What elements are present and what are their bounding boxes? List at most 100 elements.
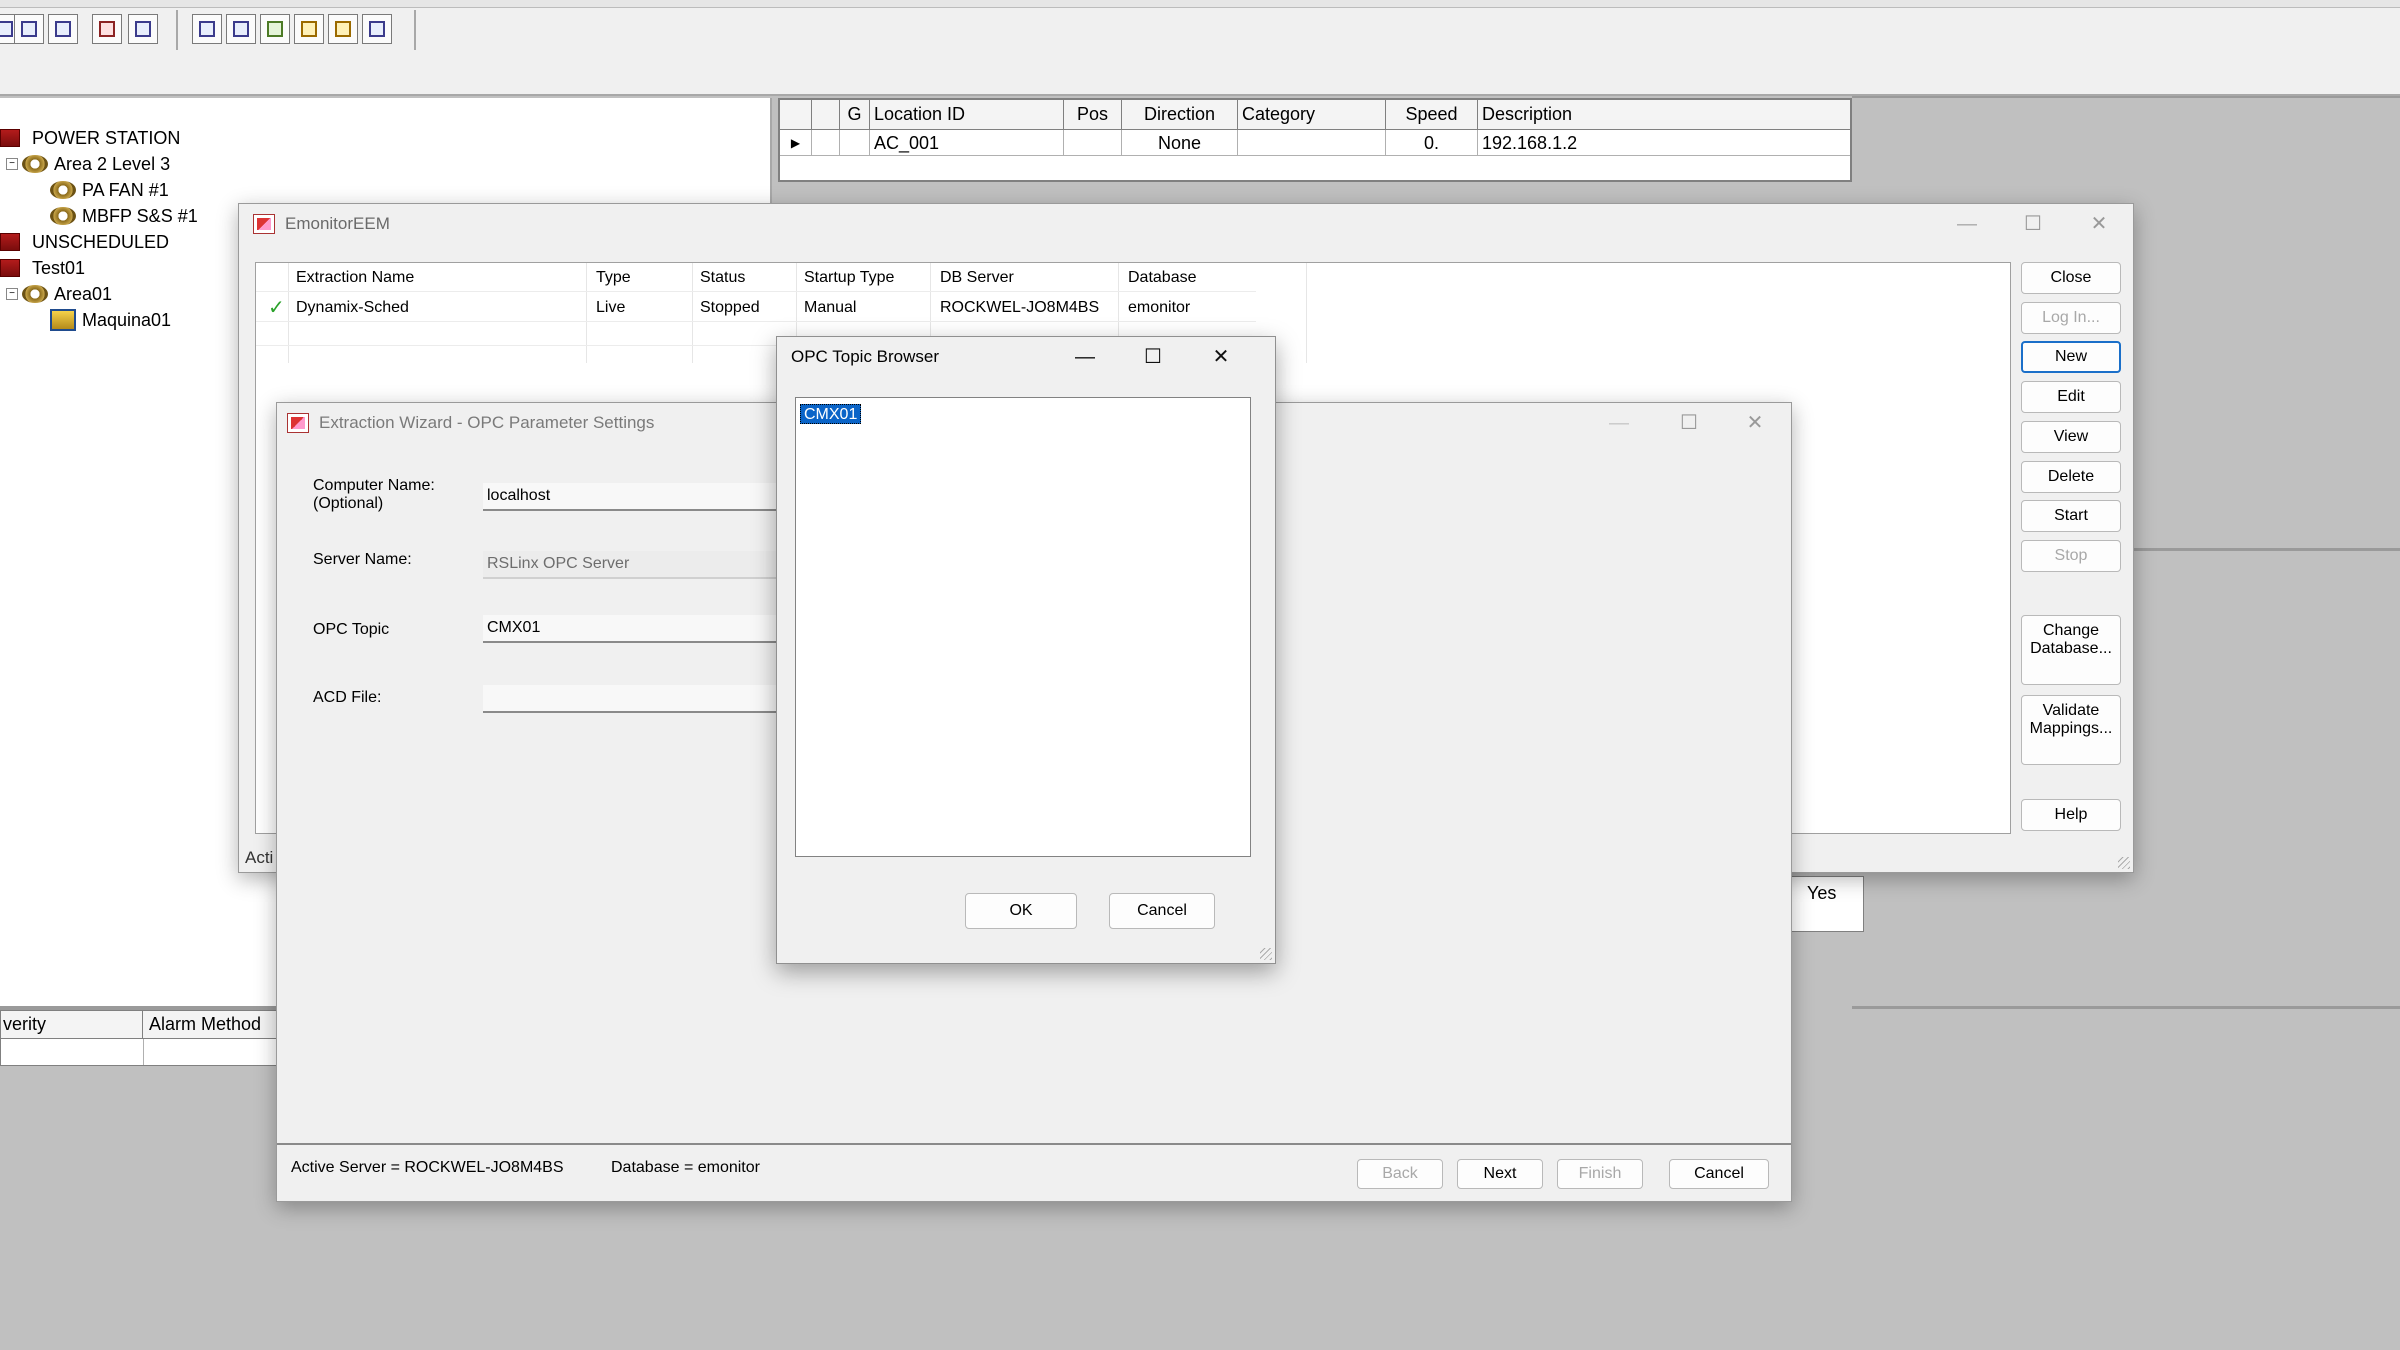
equipment-icon [50,309,76,331]
tree-item-area-2-level-3[interactable]: − Area 2 Level 3 [6,152,170,176]
toolbar-button-page[interactable] [14,14,44,44]
toolbar-button-refresh[interactable] [92,14,122,44]
column-header-extraction-name[interactable]: Extraction Name [296,269,414,287]
grid-cell[interactable] [812,130,840,156]
collapse-icon[interactable]: − [6,158,18,170]
grid-cell-description[interactable]: 192.168.1.2 [1478,130,1850,156]
grid-header-direction[interactable]: Direction [1122,100,1238,130]
grid-header-speed[interactable]: Speed [1386,100,1478,130]
main-toolbar [0,0,2400,96]
minimize-icon[interactable]: — [1063,343,1107,371]
topic-list-item[interactable]: CMX01 [800,404,862,424]
log-in-button[interactable]: Log In... [2021,302,2121,334]
server-name-field[interactable]: RSLinx OPC Server [483,551,783,579]
toolbar-button-database[interactable] [260,14,290,44]
computer-name-input[interactable]: localhost [483,483,783,511]
cancel-button[interactable]: Cancel [1109,893,1215,929]
new-button[interactable]: New [2021,341,2121,373]
close-button[interactable]: Close [2021,262,2121,294]
grid-cell-pos[interactable] [1064,130,1122,156]
maximize-icon[interactable]: ☐ [2011,210,2055,238]
grid-cell-location-id[interactable]: AC_001 [870,130,1064,156]
status-cell[interactable]: Stopped [700,299,760,317]
window-title: EmonitorEEM [285,214,390,233]
grid-header-g[interactable]: G [840,100,870,130]
active-server-status: Active Server = ROCKWEL-JO8M4BS [291,1159,564,1176]
minimize-icon[interactable]: — [1597,409,1641,437]
collapse-icon[interactable]: − [6,288,18,300]
view-button[interactable]: View [2021,421,2121,453]
toolbar-button-route[interactable] [294,14,324,44]
back-button[interactable]: Back [1357,1159,1443,1189]
maximize-icon[interactable]: ☐ [1667,409,1711,437]
column-header-type[interactable]: Type [596,269,631,287]
help-button[interactable]: Help [2021,799,2121,831]
emonitor-titlebar[interactable]: EmonitorEEM — ☐ ✕ [239,204,2133,244]
tree-item-power-station[interactable]: POWER STATION [0,126,180,150]
tree-item-mbfp[interactable]: MBFP S&S #1 [50,204,198,228]
next-button[interactable]: Next [1457,1159,1543,1189]
panel-divider [1852,1006,2400,1009]
topic-list[interactable]: CMX01 [795,397,1251,857]
cancel-button[interactable]: Cancel [1669,1159,1769,1189]
type-cell[interactable]: Live [596,299,625,317]
close-icon[interactable]: ✕ [1733,409,1777,437]
tree-item-label: Maquina01 [82,309,172,330]
extraction-name-cell[interactable]: Dynamix-Sched [296,299,409,317]
column-header-startup-type[interactable]: Startup Type [804,269,894,287]
toolbar-button-export[interactable] [328,14,358,44]
stop-button[interactable]: Stop [2021,540,2121,572]
grid-header-blank [812,100,840,130]
toolbar-button-copy[interactable] [192,14,222,44]
grid-header-pos[interactable]: Pos [1064,100,1122,130]
alarm-grid: verity Alarm Method [0,1010,281,1066]
maximize-icon[interactable]: ☐ [1131,343,1175,371]
close-icon[interactable]: ✕ [2077,210,2121,238]
toolbar-button-tag[interactable] [128,14,158,44]
acd-file-input[interactable] [483,685,783,713]
column-header-database[interactable]: Database [1128,269,1197,287]
edit-button[interactable]: Edit [2021,381,2121,413]
close-icon[interactable]: ✕ [1199,343,1243,371]
change-database-button[interactable]: Change Database... [2021,615,2121,685]
resize-grip[interactable] [2118,857,2130,869]
tree-item-pa-fan-1[interactable]: PA FAN #1 [50,178,169,202]
finish-button[interactable]: Finish [1557,1159,1643,1189]
tree-item-unscheduled[interactable]: UNSCHEDULED [0,230,169,254]
column-header-status[interactable]: Status [700,269,745,287]
toolbar-button-paste[interactable] [226,14,256,44]
column-header-db-server[interactable]: DB Server [940,269,1014,287]
minimize-icon[interactable]: — [1945,210,1989,238]
tree-item-label: Test01 [32,257,86,278]
grid-cell[interactable] [840,130,870,156]
grid-header-description[interactable]: Description [1478,100,1850,130]
grid-cell-direction[interactable]: None [1122,130,1238,156]
grid-cell-category[interactable] [1238,130,1386,156]
opc-browser-titlebar[interactable]: OPC Topic Browser — ☐ ✕ [777,337,1275,377]
resize-grip[interactable] [1260,948,1272,960]
validate-mappings-button[interactable]: Validate Mappings... [2021,695,2121,765]
startup-type-cell[interactable]: Manual [804,299,856,317]
database-cell[interactable]: emonitor [1128,299,1190,317]
grid-header-alarm-method[interactable]: Alarm Method [143,1011,281,1039]
db-server-cell[interactable]: ROCKWEL-JO8M4BS [940,299,1099,317]
tree-item-area01[interactable]: − Area01 [6,282,112,306]
delete-button[interactable]: Delete [2021,461,2121,493]
grid-header-severity[interactable]: verity [1,1011,143,1039]
tree-item-maquina01[interactable]: Maquina01 [50,308,171,332]
grid-header-location-id[interactable]: Location ID [870,100,1064,130]
app-icon [287,413,309,433]
toolbar-button-search[interactable] [362,14,392,44]
column-divider [288,263,289,363]
grid-cell-speed[interactable]: 0. [1386,130,1478,156]
tree-item-label: POWER STATION [32,127,181,148]
grid-header-category[interactable]: Category [1238,100,1386,130]
tree-item-test01[interactable]: Test01 [0,256,85,280]
button-label-line: Change [2042,622,2100,639]
ok-button[interactable]: OK [965,893,1077,929]
start-button[interactable]: Start [2021,500,2121,532]
toolbar-button-chart[interactable] [48,14,78,44]
row-pointer-icon[interactable]: ▶ [780,130,812,156]
opc-topic-input[interactable]: CMX01 [483,615,783,643]
server-name-label: Server Name: [313,551,412,568]
